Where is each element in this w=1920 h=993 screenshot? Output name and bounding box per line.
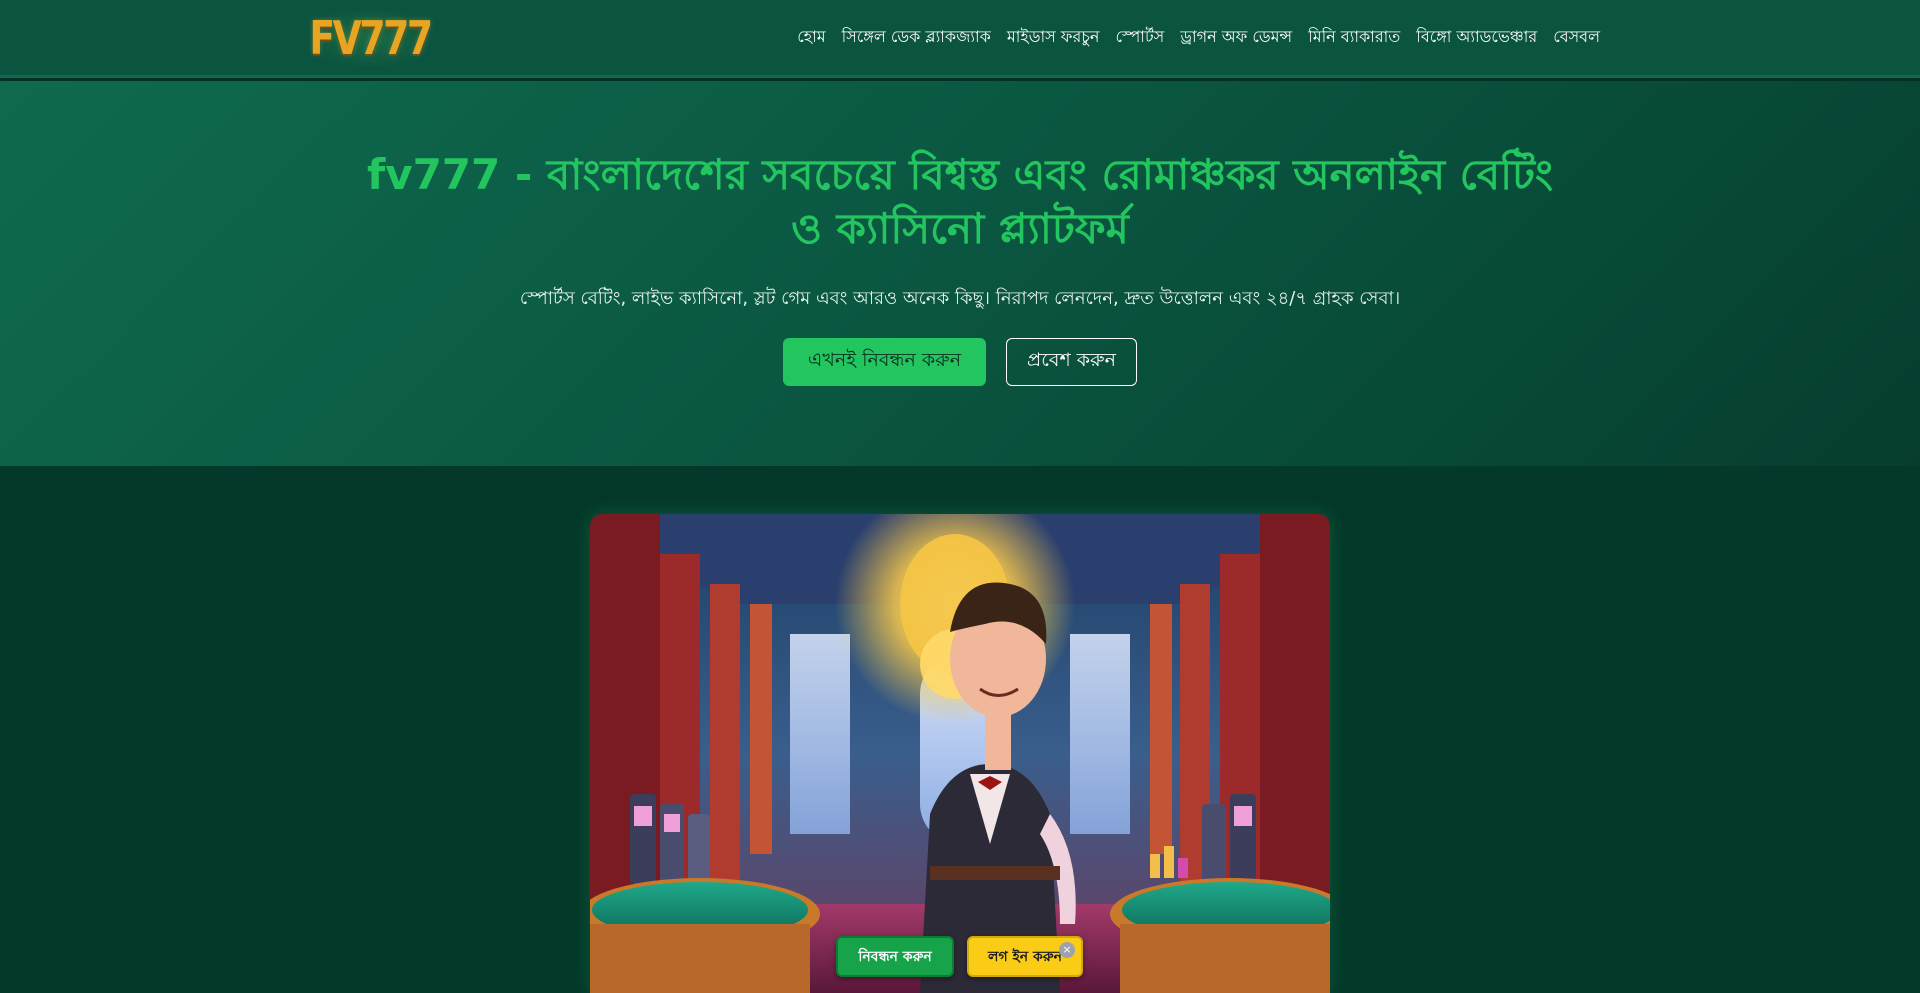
hero-section [0, 81, 1920, 466]
nav-item-sports[interactable]: স্পোর্টস [1115, 24, 1164, 51]
register-now-button[interactable]: এখনই নিবন্ধন করুন [783, 338, 986, 386]
nav-item-home[interactable]: হোম [797, 24, 825, 51]
hero-title: fv777 - বাংলাদেশের সবচেয়ে বিশ্বস্ত এবং … [260, 148, 1660, 256]
nav-item-mini-baccarat[interactable]: মিনি ব্যাকারাত [1308, 24, 1400, 51]
hero-subtitle: স্পোর্টস বেটিং, লাইভ ক্যাসিনো, স্লট গেম … [519, 288, 1401, 309]
hero-title-line1: fv777 - বাংলাদেশের সবচেয়ে বিশ্বস্ত এবং … [366, 150, 1554, 199]
casino-hero-image [590, 514, 1330, 993]
login-button[interactable]: প্রবেশ করুন [1006, 338, 1137, 386]
nav-item-dragon-of-demons[interactable]: ড্রাগন অফ ডেমন্স [1180, 24, 1292, 51]
site-header: FV777 হোম সিঙ্গেল ডেক ব্ল্যাকজ্যাক মাইডা… [0, 0, 1920, 78]
close-icon[interactable]: × [1059, 942, 1075, 958]
nav-item-bingo-adventure[interactable]: বিঙ্গো অ্যাডভেঞ্চার [1416, 24, 1537, 51]
hero-title-line2: ও ক্যাসিনো প্ল্যাটফর্ম [791, 204, 1129, 253]
logo[interactable]: FV777 [309, 10, 433, 66]
nav-item-midas-fortune[interactable]: মাইডাস ফরচুন [1007, 24, 1100, 51]
main-nav: হোম সিঙ্গেল ডেক ব্ল্যাকজ্যাক মাইডাস ফরচু… [797, 24, 1600, 51]
nav-item-single-deck-blackjack[interactable]: সিঙ্গেল ডেক ব্ল্যাকজ্যাক [842, 24, 991, 51]
floating-register-button[interactable]: নিবন্ধন করুন [836, 936, 954, 977]
nav-item-baseball[interactable]: বেসবল [1553, 24, 1600, 51]
logo-text: FV777 [309, 11, 433, 65]
